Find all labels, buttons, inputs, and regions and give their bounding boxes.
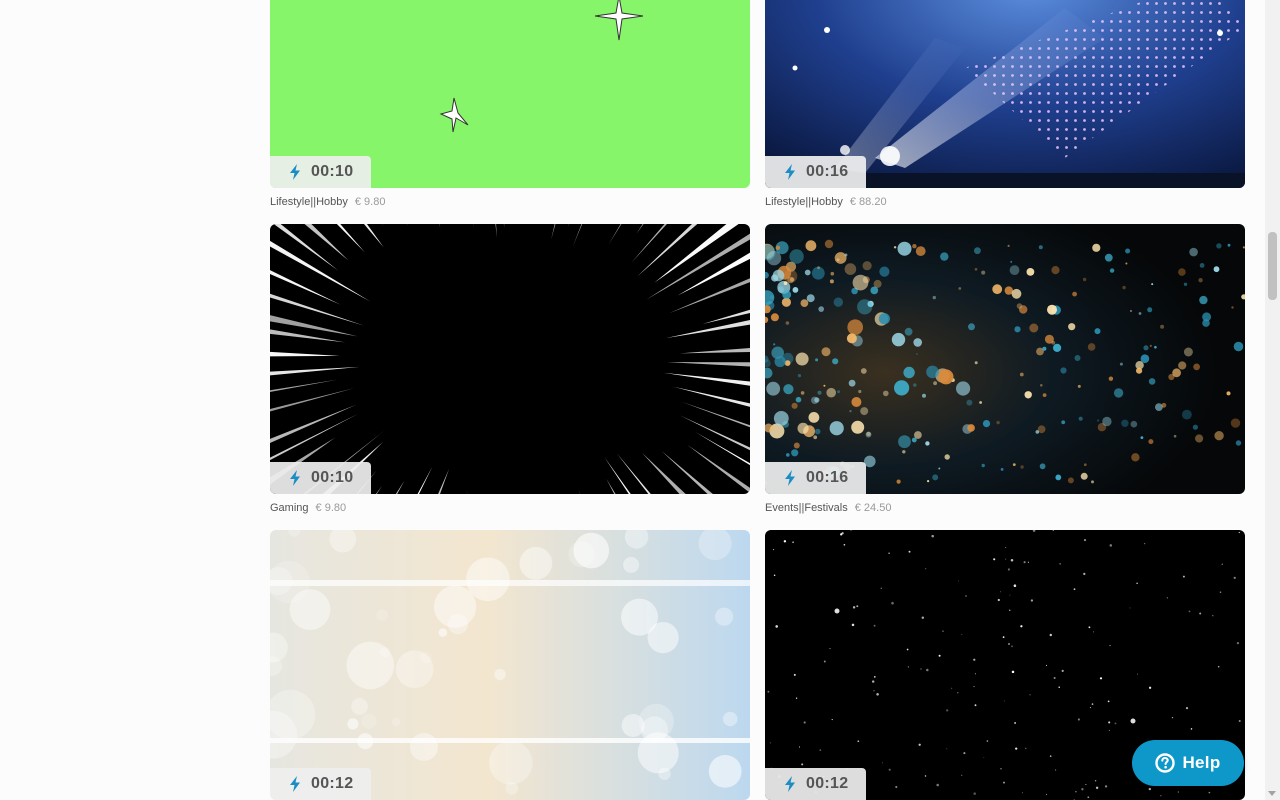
scroll-down-arrow-icon[interactable] bbox=[1268, 791, 1276, 796]
duration-text: 00:10 bbox=[311, 469, 354, 486]
duration-badge: 00:16 bbox=[765, 462, 866, 494]
duration-text: 00:16 bbox=[806, 163, 849, 180]
category-link[interactable]: Lifestyle||Hobby bbox=[270, 196, 348, 208]
question-circle-icon bbox=[1155, 753, 1176, 773]
lightning-bolt-icon bbox=[785, 470, 795, 486]
video-card: 00:10 Gaming € 9.80 bbox=[270, 224, 750, 515]
duration-badge: 00:10 bbox=[270, 462, 371, 494]
help-button[interactable]: Help bbox=[1132, 740, 1244, 786]
duration-text: 00:12 bbox=[311, 775, 354, 792]
video-card: 00:10 Lifestyle||Hobby € 9.80 bbox=[270, 0, 750, 209]
video-thumbnail[interactable]: 00:16 bbox=[765, 224, 1245, 494]
duration-badge: 00:12 bbox=[270, 768, 371, 800]
video-meta: Gaming € 9.80 bbox=[270, 501, 750, 515]
lightning-bolt-icon bbox=[785, 164, 795, 180]
lightning-bolt-icon bbox=[290, 164, 300, 180]
thumbnail-image bbox=[270, 530, 750, 800]
thumbnail-image bbox=[765, 224, 1245, 494]
video-meta: Lifestyle||Hobby € 9.80 bbox=[270, 195, 750, 209]
lightning-bolt-icon bbox=[785, 776, 795, 792]
video-meta: Events||Festivals € 24.50 bbox=[765, 501, 1245, 515]
help-label: Help bbox=[1182, 753, 1221, 772]
page: 00:10 Lifestyle||Hobby € 9.80 00:16 Life… bbox=[0, 0, 1280, 800]
price-text: € 9.80 bbox=[354, 196, 386, 208]
price-text: € 9.80 bbox=[315, 502, 347, 514]
thumbnail-image bbox=[270, 224, 750, 494]
duration-badge: 00:12 bbox=[765, 768, 866, 800]
duration-text: 00:16 bbox=[806, 469, 849, 486]
category-link[interactable]: Events||Festivals bbox=[765, 502, 848, 514]
video-card: 00:16 Lifestyle||Hobby € 88.20 bbox=[765, 0, 1245, 209]
video-card: 00:16 Events||Festivals € 24.50 bbox=[765, 224, 1245, 515]
duration-badge: 00:16 bbox=[765, 156, 866, 188]
duration-badge: 00:10 bbox=[270, 156, 371, 188]
video-thumbnail[interactable]: 00:10 bbox=[270, 0, 750, 188]
video-card: 00:12 bbox=[270, 530, 750, 800]
category-link[interactable]: Gaming bbox=[270, 502, 309, 514]
video-thumbnail[interactable]: 00:10 bbox=[270, 224, 750, 494]
category-link[interactable]: Lifestyle||Hobby bbox=[765, 196, 843, 208]
video-thumbnail[interactable]: 00:12 bbox=[270, 530, 750, 800]
scrollbar[interactable] bbox=[1265, 0, 1280, 800]
lightning-bolt-icon bbox=[290, 470, 300, 486]
price-text: € 88.20 bbox=[849, 196, 887, 208]
price-text: € 24.50 bbox=[854, 502, 892, 514]
video-meta: Lifestyle||Hobby € 88.20 bbox=[765, 195, 1245, 209]
video-thumbnail[interactable]: 00:16 bbox=[765, 0, 1245, 188]
duration-text: 00:12 bbox=[806, 775, 849, 792]
duration-text: 00:10 bbox=[311, 163, 354, 180]
scrollbar-thumb[interactable] bbox=[1268, 232, 1277, 300]
lightning-bolt-icon bbox=[290, 776, 300, 792]
